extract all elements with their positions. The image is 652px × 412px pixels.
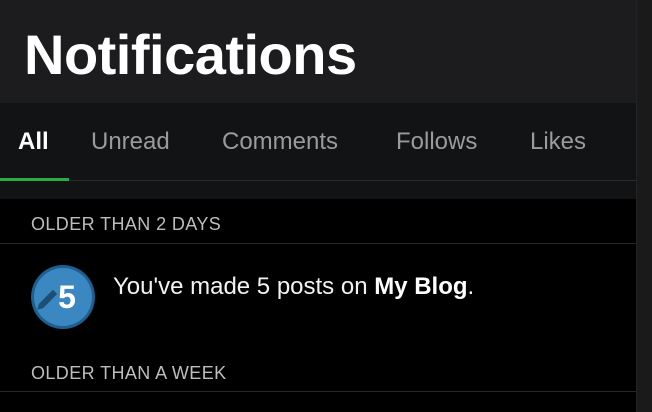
page-header: Notifications [0, 0, 636, 103]
site-name-link[interactable]: My Blog [374, 273, 467, 300]
tab-unread[interactable]: Unread [91, 103, 170, 181]
notification-text: You've made 5 posts on My Blog. [113, 273, 474, 301]
notification-text-prefix: You've made 5 posts on [113, 273, 375, 300]
scrollbar[interactable] [636, 0, 652, 412]
tab-all[interactable]: All [18, 103, 49, 181]
section-divider [0, 243, 636, 244]
notifications-screen: Notifications All Unread Comments Follow… [0, 0, 636, 412]
tab-comments[interactable]: Comments [222, 103, 338, 181]
notification-text-suffix: . [467, 273, 475, 300]
milestone-badge-icon: 5 [30, 264, 96, 330]
section-divider [0, 391, 636, 392]
page-title: Notifications [24, 23, 357, 86]
badge-number: 5 [58, 279, 76, 315]
tabs-spacer [0, 181, 636, 199]
notification-item[interactable]: 5 You've made 5 posts on My Blog. [0, 245, 636, 345]
section-header-older-than-a-week: OLDER THAN A WEEK [31, 363, 227, 383]
section-header-older-than-2-days: OLDER THAN 2 DAYS [31, 214, 222, 234]
tab-likes[interactable]: Likes [530, 103, 586, 181]
tab-follows[interactable]: Follows [396, 103, 477, 181]
notification-filter-tabs: All Unread Comments Follows Likes [0, 103, 636, 181]
